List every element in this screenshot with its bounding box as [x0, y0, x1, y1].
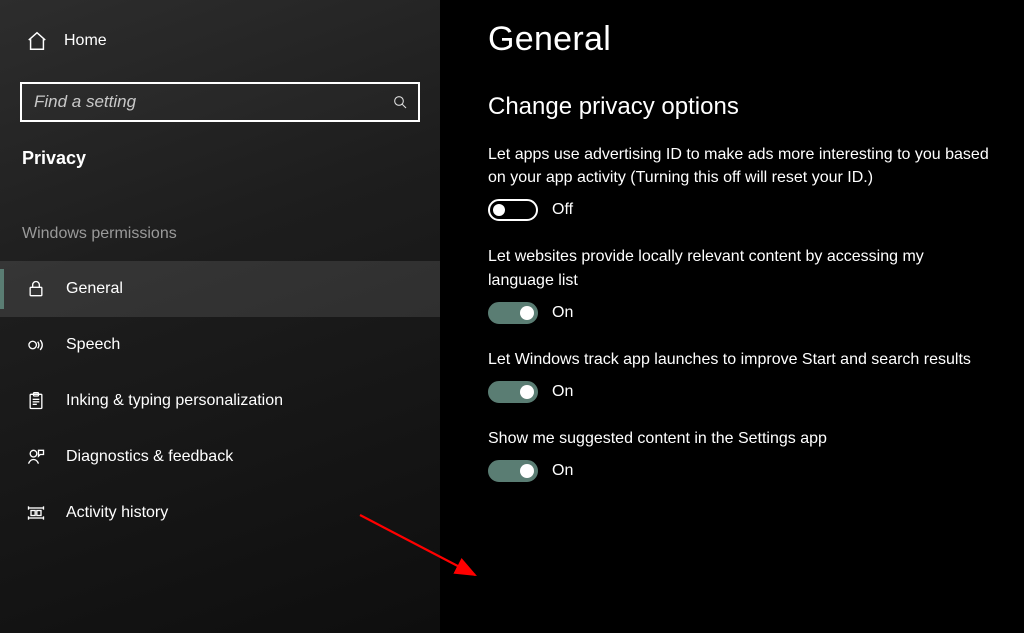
timeline-icon: [26, 503, 46, 523]
sidebar-nav: General Speech I: [0, 261, 440, 541]
clipboard-icon: [26, 391, 46, 411]
search-input[interactable]: [34, 92, 392, 112]
home-icon: [26, 30, 48, 52]
setting-advertising-id: Let apps use advertising ID to make ads …: [488, 143, 994, 221]
setting-desc: Let apps use advertising ID to make ads …: [488, 143, 994, 189]
toggle-suggested-content[interactable]: [488, 460, 538, 482]
setting-language-list: Let websites provide locally relevant co…: [488, 245, 994, 323]
toggle-advertising-id[interactable]: [488, 199, 538, 221]
sidebar-group-label: Windows permissions: [0, 225, 440, 243]
setting-app-launches: Let Windows track app launches to improv…: [488, 348, 994, 403]
setting-desc: Let Windows track app launches to improv…: [488, 348, 994, 371]
setting-desc: Show me suggested content in the Setting…: [488, 427, 994, 450]
page-title: General: [488, 20, 994, 59]
search-box[interactable]: [20, 82, 420, 122]
sidebar-item-diagnostics[interactable]: Diagnostics & feedback: [0, 429, 440, 485]
toggle-app-launches[interactable]: [488, 381, 538, 403]
sidebar-item-label: Activity history: [66, 504, 168, 522]
sidebar-item-label: Inking & typing personalization: [66, 392, 283, 410]
toggle-state-label: On: [552, 383, 573, 401]
sidebar-item-speech[interactable]: Speech: [0, 317, 440, 373]
sidebar-home-label: Home: [64, 32, 107, 50]
lock-icon: [26, 279, 46, 299]
sidebar: Home Privacy Windows permissions General: [0, 0, 440, 633]
sidebar-item-label: Speech: [66, 336, 120, 354]
setting-suggested-content: Show me suggested content in the Setting…: [488, 427, 994, 482]
sidebar-item-activity[interactable]: Activity history: [0, 485, 440, 541]
search-container: [0, 82, 440, 122]
toggle-state-label: Off: [552, 201, 573, 219]
toggle-state-label: On: [552, 462, 573, 480]
setting-desc: Let websites provide locally relevant co…: [488, 245, 994, 291]
sidebar-item-inking[interactable]: Inking & typing personalization: [0, 373, 440, 429]
sidebar-item-general[interactable]: General: [0, 261, 440, 317]
feedback-icon: [26, 447, 46, 467]
search-icon: [392, 94, 408, 110]
toggle-state-label: On: [552, 304, 573, 322]
sidebar-home[interactable]: Home: [0, 22, 440, 60]
speech-icon: [26, 335, 46, 355]
sidebar-item-label: Diagnostics & feedback: [66, 448, 233, 466]
toggle-language-list[interactable]: [488, 302, 538, 324]
sidebar-item-label: General: [66, 280, 123, 298]
section-title: Change privacy options: [488, 93, 994, 121]
main-panel: General Change privacy options Let apps …: [440, 0, 1024, 633]
sidebar-category: Privacy: [0, 148, 440, 169]
